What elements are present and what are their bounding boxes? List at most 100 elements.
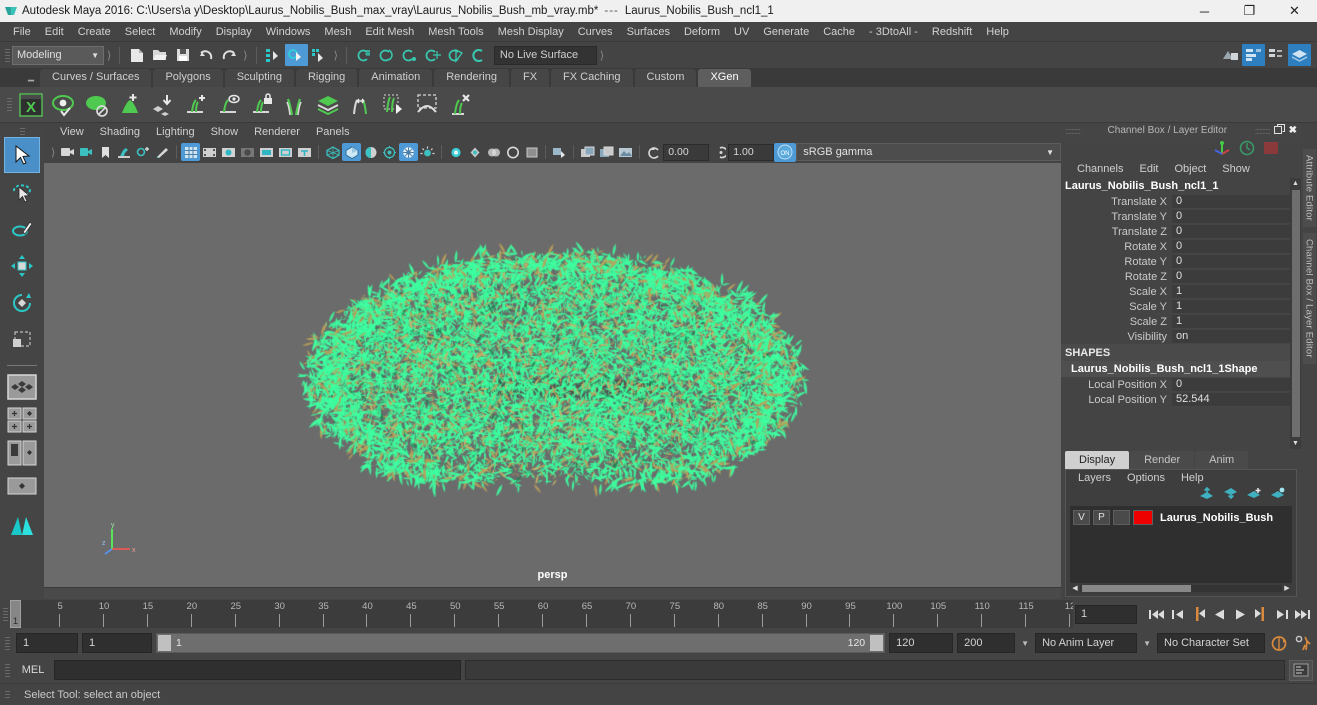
channel-box-menu-object[interactable]: Object	[1166, 163, 1214, 175]
two-d-pan-zoom-icon[interactable]	[134, 143, 153, 161]
snap-to-projected-center-icon[interactable]	[421, 44, 444, 66]
select-by-hierarchy-icon[interactable]	[262, 44, 285, 66]
menu-item-mesh[interactable]: Mesh	[317, 24, 358, 40]
layer-color-swatch[interactable]	[1263, 141, 1279, 158]
select-by-object-icon[interactable]	[284, 44, 308, 66]
xgen-editor-icon[interactable]: X	[14, 89, 47, 121]
play-backwards-icon[interactable]	[1209, 603, 1229, 625]
command-line-grip[interactable]	[2, 659, 12, 681]
isolate-select-icon[interactable]	[503, 143, 522, 161]
menu-item-select[interactable]: Select	[118, 24, 163, 40]
layer-editor-icon[interactable]	[1288, 44, 1311, 66]
dock-tab-channel-box-layer-editor[interactable]: Channel Box / Layer Editor	[1302, 233, 1316, 364]
image-plane-icon[interactable]	[115, 143, 134, 161]
minimize-button[interactable]: ─	[1182, 0, 1227, 22]
menu-item-redshift[interactable]: Redshift	[925, 24, 979, 40]
layer-color-swatch[interactable]	[1133, 510, 1153, 525]
field-chart-icon[interactable]	[257, 143, 276, 161]
mel-command-input[interactable]	[54, 660, 461, 680]
viewport-menu-renderer[interactable]: Renderer	[246, 125, 308, 139]
menu-item-surfaces[interactable]: Surfaces	[620, 24, 677, 40]
scroll-down-icon[interactable]: ▼	[1290, 438, 1301, 449]
safe-action-icon[interactable]	[276, 143, 295, 161]
layer-editor-tab-display[interactable]: Display	[1065, 451, 1130, 469]
camera-attributes-icon[interactable]	[58, 143, 77, 161]
hypershade-icon[interactable]	[1265, 44, 1288, 66]
menu-item-mesh-tools[interactable]: Mesh Tools	[421, 24, 490, 40]
layer-list-item[interactable]: V P Laurus_Nobilis_Bush	[1070, 508, 1292, 527]
range-right-handle[interactable]	[870, 635, 884, 651]
maximize-button[interactable]: ❐	[1227, 0, 1272, 22]
screen-space-ao-icon[interactable]	[418, 143, 437, 161]
panel-snapshot-icon[interactable]	[616, 143, 635, 161]
layer-shading-toggle[interactable]	[1113, 510, 1130, 525]
menu-item-curves[interactable]: Curves	[571, 24, 620, 40]
channel-value[interactable]: 1	[1172, 299, 1290, 314]
create-empty-layer-icon[interactable]	[1246, 487, 1262, 503]
channel-value[interactable]: 0	[1172, 194, 1290, 209]
camera-bookmarks-icon[interactable]	[77, 143, 96, 161]
menu-item-file[interactable]: File	[6, 24, 38, 40]
animation-start-time-field[interactable]: 1	[16, 633, 78, 653]
undock-icon[interactable]	[1273, 123, 1285, 138]
xgen-bounding-box-icon[interactable]	[410, 89, 443, 121]
xgen-delete-guides-icon[interactable]	[443, 89, 476, 121]
layer-list[interactable]: V P Laurus_Nobilis_Bush	[1070, 506, 1292, 583]
multisample-aa-icon[interactable]	[465, 143, 484, 161]
four-view-layout-icon[interactable]	[4, 405, 40, 435]
channel-box-menu-show[interactable]: Show	[1214, 163, 1258, 175]
snap-to-curve-icon[interactable]	[375, 44, 398, 66]
render-view-icon[interactable]	[1219, 44, 1242, 66]
channel-value[interactable]: 0	[1172, 254, 1290, 269]
menu-item-3dtoall[interactable]: - 3DtoAll -	[862, 24, 925, 40]
manipulator-axes-icon[interactable]	[1213, 140, 1231, 159]
toolbar-grip[interactable]	[2, 44, 12, 66]
command-language-label[interactable]: MEL	[16, 664, 50, 676]
range-left-handle[interactable]	[158, 635, 171, 651]
time-slider-cursor[interactable]: 1	[10, 600, 21, 628]
xgen-lock-description-icon[interactable]	[245, 89, 278, 121]
shelf-tab-curves-surfaces[interactable]: Curves / Surfaces	[40, 69, 152, 87]
layer-editor-tab-render[interactable]: Render	[1130, 451, 1195, 469]
shelf-tab-fx[interactable]: FX	[510, 69, 550, 87]
tear-off-panel-icon[interactable]	[597, 143, 616, 161]
menu-item-mesh-display[interactable]: Mesh Display	[491, 24, 571, 40]
shelf-tab-custom[interactable]: Custom	[634, 69, 697, 87]
shelf-tab-sculpting[interactable]: Sculpting	[224, 69, 294, 87]
xgen-preview-off-icon[interactable]	[80, 89, 113, 121]
close-icon[interactable]: ✖	[1289, 125, 1297, 136]
menu-item-help[interactable]: Help	[979, 24, 1016, 40]
lasso-select-tool-icon[interactable]	[4, 174, 40, 210]
menu-item-windows[interactable]: Windows	[259, 24, 318, 40]
menu-set-selector[interactable]: Modeling ▼	[12, 45, 104, 65]
layer-editor-menu-options[interactable]: Options	[1119, 472, 1173, 484]
channel-value[interactable]: 52.544	[1172, 392, 1290, 407]
viewport-menu-panels[interactable]: Panels	[308, 125, 358, 139]
live-surface-field[interactable]: No Live Surface	[493, 45, 597, 65]
film-gate-icon[interactable]	[200, 143, 219, 161]
auto-keyframe-icon[interactable]	[1269, 632, 1289, 654]
shadows-icon[interactable]	[399, 143, 419, 161]
channel-value[interactable]: 0	[1172, 224, 1290, 239]
chevron-down-icon-2[interactable]: ▼	[1143, 639, 1151, 648]
xray-active-components-icon[interactable]	[550, 143, 569, 161]
make-live-icon[interactable]	[467, 44, 490, 66]
channel-value[interactable]: 0	[1172, 239, 1290, 254]
use-all-lights-icon[interactable]	[380, 143, 399, 161]
outliner-persp-layout-icon[interactable]	[4, 438, 40, 468]
toolbar-collapse-arrow[interactable]: ⟩	[107, 49, 111, 62]
scroll-right-icon[interactable]: ▶	[1282, 584, 1292, 592]
layer-visibility-toggle[interactable]: V	[1073, 510, 1090, 525]
wireframe-icon[interactable]	[323, 143, 342, 161]
character-set-selector[interactable]: No Character Set	[1157, 633, 1265, 653]
scroll-track[interactable]	[1080, 584, 1282, 592]
range-slider-bar[interactable]: 1 120	[156, 633, 886, 653]
current-frame-field[interactable]: 1	[1075, 604, 1137, 624]
move-layer-up-icon[interactable]	[1198, 486, 1214, 503]
shelf-tab-rigging[interactable]: Rigging	[295, 69, 358, 87]
gamma-icon[interactable]	[709, 143, 728, 161]
animation-end-time-field[interactable]: 200	[957, 633, 1016, 653]
perspective-viewport[interactable]: y x z persp	[44, 163, 1061, 587]
shelf-tab-rendering[interactable]: Rendering	[434, 69, 509, 87]
xray-icon[interactable]	[522, 143, 541, 161]
